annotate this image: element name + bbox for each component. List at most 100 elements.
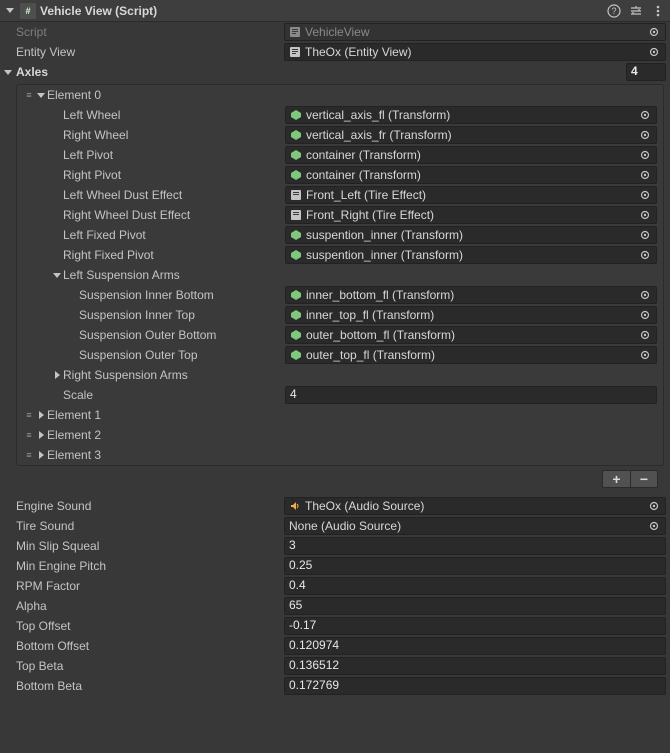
script-label: Script xyxy=(4,25,284,39)
drag-handle-icon[interactable]: ≡ xyxy=(23,450,33,460)
transform-icon xyxy=(290,309,302,321)
transform-icon xyxy=(290,129,302,141)
entity-view-row: Entity View TheOx (Entity View) xyxy=(0,42,670,62)
object-picker-icon[interactable] xyxy=(638,108,652,122)
susp-inner-top-row: Suspension Inner Top inner_top_fl (Trans… xyxy=(17,305,663,325)
object-picker-icon[interactable] xyxy=(638,288,652,302)
tire-sound-row: Tire Sound None (Audio Source) xyxy=(0,516,670,536)
axles-size-field[interactable]: 4 xyxy=(626,63,666,81)
transform-icon xyxy=(290,149,302,161)
object-picker-icon[interactable] xyxy=(647,45,661,59)
left-dust-field[interactable]: Front_Left (Tire Effect) xyxy=(285,186,657,204)
element-0-header[interactable]: ≡ Element 0 xyxy=(17,85,663,105)
object-picker-icon[interactable] xyxy=(638,348,652,362)
axles-list: ≡ Element 0 Left Wheel vertical_axis_fl … xyxy=(16,84,664,466)
element-1-header[interactable]: ≡ Element 1 xyxy=(17,405,663,425)
scale-field[interactable]: 4 xyxy=(285,386,657,404)
left-wheel-field[interactable]: vertical_axis_fl (Transform) xyxy=(285,106,657,124)
component-foldout[interactable] xyxy=(4,5,16,17)
axles-foldout[interactable] xyxy=(2,70,14,75)
bottom-beta-field[interactable]: 0.172769 xyxy=(284,677,666,695)
min-engine-pitch-row: Min Engine Pitch 0.25 xyxy=(0,556,670,576)
script-asset-icon xyxy=(289,26,301,38)
axles-list-footer: + − xyxy=(16,468,664,490)
top-offset-field[interactable]: -0.17 xyxy=(284,617,666,635)
object-picker-icon[interactable] xyxy=(647,499,661,513)
element-3-header[interactable]: ≡ Element 3 xyxy=(17,445,663,465)
bottom-offset-row: Bottom Offset 0.120974 xyxy=(0,636,670,656)
right-fixed-pivot-field[interactable]: suspention_inner (Transform) xyxy=(285,246,657,264)
object-picker-icon[interactable] xyxy=(638,148,652,162)
alpha-row: Alpha 65 xyxy=(0,596,670,616)
right-fixed-pivot-row: Right Fixed Pivot suspention_inner (Tran… xyxy=(17,245,663,265)
top-beta-field[interactable]: 0.136512 xyxy=(284,657,666,675)
engine-sound-field[interactable]: TheOx (Audio Source) xyxy=(284,497,666,515)
object-picker-icon[interactable] xyxy=(638,188,652,202)
min-slip-squeal-row: Min Slip Squeal 3 xyxy=(0,536,670,556)
transform-icon xyxy=(290,349,302,361)
engine-sound-row: Engine Sound TheOx (Audio Source) xyxy=(0,496,670,516)
alpha-field[interactable]: 65 xyxy=(284,597,666,615)
object-picker-icon[interactable] xyxy=(638,228,652,242)
object-picker-icon[interactable] xyxy=(638,308,652,322)
right-dust-row: Right Wheel Dust Effect Front_Right (Tir… xyxy=(17,205,663,225)
right-dust-field[interactable]: Front_Right (Tire Effect) xyxy=(285,206,657,224)
object-picker-icon[interactable] xyxy=(647,25,661,39)
susp-outer-top-row: Suspension Outer Top outer_top_fl (Trans… xyxy=(17,345,663,365)
script-row: Script VehicleView xyxy=(0,22,670,42)
right-pivot-field[interactable]: container (Transform) xyxy=(285,166,657,184)
rpm-factor-field[interactable]: 0.4 xyxy=(284,577,666,595)
transform-icon xyxy=(290,329,302,341)
script-asset-icon xyxy=(290,189,302,201)
component-header: # Vehicle View (Script) ? xyxy=(0,0,670,22)
object-picker-icon[interactable] xyxy=(638,248,652,262)
object-picker-icon[interactable] xyxy=(638,208,652,222)
transform-icon xyxy=(290,229,302,241)
element-2-header[interactable]: ≡ Element 2 xyxy=(17,425,663,445)
object-picker-icon[interactable] xyxy=(647,519,661,533)
right-wheel-field[interactable]: vertical_axis_fr (Transform) xyxy=(285,126,657,144)
drag-handle-icon[interactable]: ≡ xyxy=(23,430,33,440)
script-icon: # xyxy=(20,3,36,19)
susp-outer-top-field[interactable]: outer_top_fl (Transform) xyxy=(285,346,657,364)
susp-inner-top-field[interactable]: inner_top_fl (Transform) xyxy=(285,306,657,324)
transform-icon xyxy=(290,289,302,301)
preset-icon[interactable] xyxy=(628,3,644,19)
susp-outer-bottom-field[interactable]: outer_bottom_fl (Transform) xyxy=(285,326,657,344)
right-wheel-row: Right Wheel vertical_axis_fr (Transform) xyxy=(17,125,663,145)
susp-outer-bottom-row: Suspension Outer Bottom outer_bottom_fl … xyxy=(17,325,663,345)
remove-element-button[interactable]: − xyxy=(630,470,658,488)
min-slip-squeal-field[interactable]: 3 xyxy=(284,537,666,555)
bottom-beta-row: Bottom Beta 0.172769 xyxy=(0,676,670,696)
add-element-button[interactable]: + xyxy=(602,470,630,488)
left-fixed-pivot-row: Left Fixed Pivot suspention_inner (Trans… xyxy=(17,225,663,245)
tire-sound-field[interactable]: None (Audio Source) xyxy=(284,517,666,535)
svg-text:?: ? xyxy=(611,6,616,16)
left-pivot-field[interactable]: container (Transform) xyxy=(285,146,657,164)
object-picker-icon[interactable] xyxy=(638,168,652,182)
left-suspension-arms-header[interactable]: Left Suspension Arms xyxy=(17,265,663,285)
transform-icon xyxy=(290,109,302,121)
susp-inner-bottom-field[interactable]: inner_bottom_fl (Transform) xyxy=(285,286,657,304)
entity-view-field[interactable]: TheOx (Entity View) xyxy=(284,43,666,61)
drag-handle-icon[interactable]: ≡ xyxy=(23,90,33,100)
susp-inner-bottom-row: Suspension Inner Bottom inner_bottom_fl … xyxy=(17,285,663,305)
object-picker-icon[interactable] xyxy=(638,328,652,342)
script-field: VehicleView xyxy=(284,23,666,41)
context-menu-icon[interactable] xyxy=(650,3,666,19)
top-beta-row: Top Beta 0.136512 xyxy=(0,656,670,676)
bottom-offset-field[interactable]: 0.120974 xyxy=(284,637,666,655)
transform-icon xyxy=(290,169,302,181)
top-offset-row: Top Offset -0.17 xyxy=(0,616,670,636)
help-icon[interactable]: ? xyxy=(606,3,622,19)
object-picker-icon[interactable] xyxy=(638,128,652,142)
min-engine-pitch-field[interactable]: 0.25 xyxy=(284,557,666,575)
axles-header[interactable]: Axles 4 xyxy=(0,62,670,82)
audio-source-icon xyxy=(289,500,301,512)
rpm-factor-row: RPM Factor 0.4 xyxy=(0,576,670,596)
left-fixed-pivot-field[interactable]: suspention_inner (Transform) xyxy=(285,226,657,244)
right-pivot-row: Right Pivot container (Transform) xyxy=(17,165,663,185)
script-asset-icon xyxy=(289,46,301,58)
drag-handle-icon[interactable]: ≡ xyxy=(23,410,33,420)
right-suspension-arms-header[interactable]: Right Suspension Arms xyxy=(17,365,663,385)
